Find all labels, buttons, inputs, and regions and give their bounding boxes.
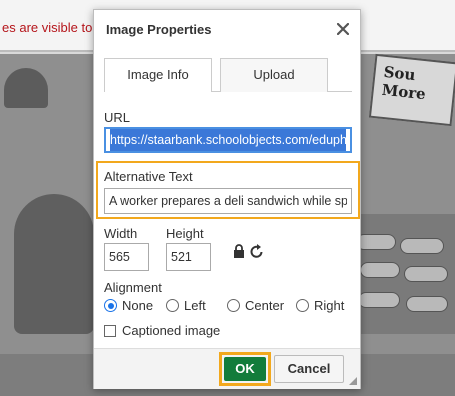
radio-align-right[interactable]: Right: [296, 298, 344, 313]
radio-align-left[interactable]: Left: [166, 298, 206, 313]
image-properties-dialog: Image Properties Image Info Upload URL h…: [93, 9, 361, 389]
radio-button: [296, 299, 309, 312]
illustration-counter: [350, 214, 455, 334]
tab-image-info[interactable]: Image Info: [104, 58, 212, 93]
illustration-bread: [400, 238, 444, 254]
alignment-label: Alignment: [104, 280, 162, 295]
width-field[interactable]: 565: [104, 243, 149, 271]
lock-icon[interactable]: [233, 244, 245, 258]
illustration-bread: [356, 234, 396, 250]
radio-align-none[interactable]: None: [104, 298, 153, 313]
illustration-lamp: [4, 68, 48, 108]
radio-label-center: Center: [245, 298, 285, 313]
alt-text-label: Alternative Text: [104, 169, 193, 184]
ok-button[interactable]: OK: [224, 357, 266, 381]
illustration-worker: [14, 194, 94, 334]
tab-upload[interactable]: Upload: [220, 58, 328, 92]
radio-button: [227, 299, 240, 312]
sign-line-2: More: [380, 80, 427, 104]
illustration-bread: [406, 296, 448, 312]
background-warning-text: es are visible to st: [2, 20, 107, 35]
illustration-sign: Sou More: [368, 53, 455, 127]
illustration-bread: [360, 262, 400, 278]
radio-button: [166, 299, 179, 312]
width-value: 565: [109, 250, 130, 264]
alt-text-field[interactable]: A worker prepares a deli sandwich while …: [104, 188, 352, 214]
url-value: https://staarbank.schoolobjects.com/edup…: [110, 129, 346, 151]
close-icon[interactable]: [334, 20, 352, 38]
illustration-bread: [358, 292, 400, 308]
alt-text-value: A worker prepares a deli sandwich while …: [109, 194, 347, 208]
cancel-button[interactable]: Cancel: [274, 355, 344, 383]
url-field[interactable]: https://staarbank.schoolobjects.com/edup…: [104, 127, 352, 153]
radio-label-none: None: [122, 298, 154, 313]
height-label: Height: [166, 226, 204, 241]
radio-label-right: Right: [314, 298, 345, 313]
height-value: 521: [171, 250, 192, 264]
dialog-footer: OK Cancel: [94, 348, 360, 389]
captioned-image-label: Captioned image: [122, 323, 221, 338]
reset-size-icon[interactable]: [250, 243, 264, 259]
resize-handle-icon[interactable]: [349, 377, 357, 385]
dialog-title: Image Properties: [106, 22, 212, 37]
ok-button-highlight: OK: [219, 352, 271, 386]
radio-label-left: Left: [184, 298, 206, 313]
width-label: Width: [104, 226, 138, 241]
url-label: URL: [104, 110, 131, 125]
radio-button-selected: [104, 299, 117, 312]
checkbox-box: [104, 324, 116, 337]
dialog-tabs: Image Info Upload: [104, 58, 352, 93]
height-field[interactable]: 521: [166, 243, 211, 271]
illustration-bread: [404, 266, 448, 282]
captioned-image-checkbox[interactable]: Captioned image: [104, 323, 220, 338]
radio-align-center[interactable]: Center: [227, 298, 284, 313]
